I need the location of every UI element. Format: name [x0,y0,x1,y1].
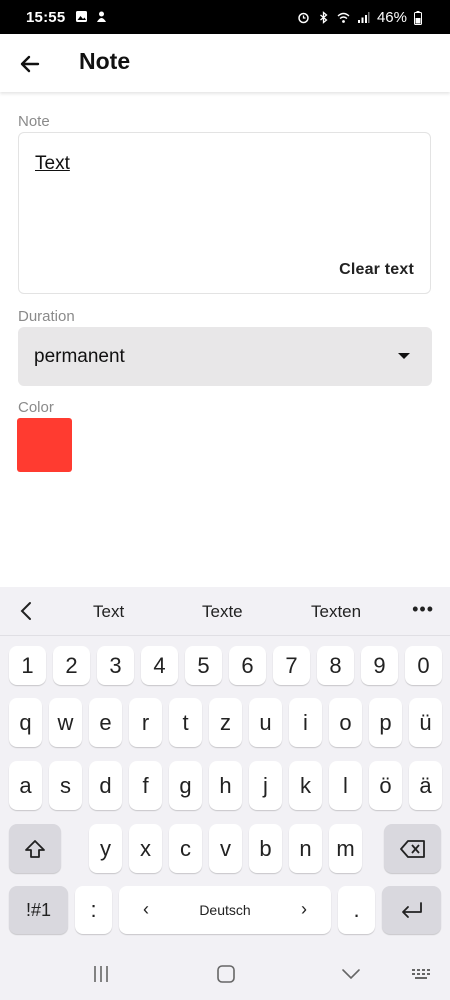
key-z[interactable]: z [209,698,242,747]
key-1[interactable]: 1 [9,646,46,685]
wifi-icon [337,12,350,23]
space-language-label: Deutsch [199,902,251,918]
suggestion-2[interactable]: Texte [202,602,243,622]
key-g[interactable]: g [169,761,202,810]
suggestion-1[interactable]: Text [93,602,124,622]
key-w[interactable]: w [49,698,82,747]
key-u[interactable]: u [249,698,282,747]
key-a-umlaut[interactable]: ä [409,761,442,810]
color-swatch[interactable] [17,418,72,472]
keyboard: Text Texte Texten ••• 1 2 3 4 5 6 7 8 9 … [0,587,450,1000]
bluetooth-icon [320,11,328,24]
key-6[interactable]: 6 [229,646,266,685]
hide-keyboard-icon[interactable] [340,964,362,984]
key-7[interactable]: 7 [273,646,310,685]
key-n[interactable]: n [289,824,322,873]
key-x[interactable]: x [129,824,162,873]
key-q[interactable]: q [9,698,42,747]
key-c[interactable]: c [169,824,202,873]
duration-label: Duration [18,308,75,325]
duration-select[interactable]: permanent [18,327,432,386]
backspace-key[interactable] [384,824,441,873]
alarm-icon [298,12,309,24]
key-t[interactable]: t [169,698,202,747]
note-label: Note [18,113,50,130]
note-text[interactable]: Text [35,153,70,175]
signal-icon [357,12,370,23]
key-9[interactable]: 9 [361,646,398,685]
status-time: 15:55 [26,9,66,26]
space-key[interactable]: ‹ Deutsch › [119,886,331,934]
key-r[interactable]: r [129,698,162,747]
key-h[interactable]: h [209,761,242,810]
key-8[interactable]: 8 [317,646,354,685]
back-arrow-icon[interactable] [16,50,44,78]
status-right-icons: 46% [297,9,422,26]
page-title: Note [79,48,131,74]
more-options-icon[interactable]: ••• [412,599,434,620]
battery-icon [414,10,422,25]
enter-icon [401,902,422,918]
dropdown-caret-icon [398,353,410,359]
notification-icon [97,11,106,22]
app-bar: Note [0,34,450,92]
key-period[interactable]: . [338,886,375,934]
key-o-umlaut[interactable]: ö [369,761,402,810]
image-icon [76,11,87,22]
suggestion-3[interactable]: Texten [311,602,361,622]
key-y[interactable]: y [89,824,122,873]
key-0[interactable]: 0 [405,646,442,685]
note-textarea[interactable]: Text Clear text [18,132,431,294]
key-s[interactable]: s [49,761,82,810]
key-5[interactable]: 5 [185,646,222,685]
key-p[interactable]: p [369,698,402,747]
symbols-key[interactable]: !#1 [9,886,68,934]
key-o[interactable]: o [329,698,362,747]
shift-icon [25,839,45,858]
key-j[interactable]: j [249,761,282,810]
language-right-icon: › [301,899,307,919]
key-k[interactable]: k [289,761,322,810]
key-e[interactable]: e [89,698,122,747]
color-label: Color [18,399,54,416]
backspace-icon [399,839,425,858]
key-l[interactable]: l [329,761,362,810]
symbols-key-label: !#1 [25,899,52,920]
key-v[interactable]: v [209,824,242,873]
shift-key[interactable] [9,824,61,873]
status-left-icons [75,10,108,23]
key-m[interactable]: m [329,824,362,873]
battery-percent: 46% [376,9,407,26]
key-3[interactable]: 3 [97,646,134,685]
key-u-umlaut[interactable]: ü [409,698,442,747]
clear-text-button[interactable]: Clear text [339,261,414,279]
duration-value: permanent [34,346,125,367]
enter-key[interactable] [382,886,441,934]
key-i[interactable]: i [289,698,322,747]
keyboard-switch-icon[interactable] [411,964,433,984]
key-a[interactable]: a [9,761,42,810]
key-colon[interactable]: : [75,886,112,934]
suggestion-bar: Text Texte Texten ••• [0,587,450,636]
recent-apps-icon[interactable] [90,964,112,984]
key-2[interactable]: 2 [53,646,90,685]
status-bar: 15:55 46% [0,0,450,34]
navigation-bar [0,948,450,1000]
key-f[interactable]: f [129,761,162,810]
home-icon[interactable] [215,964,237,984]
language-left-icon: ‹ [143,899,149,919]
key-d[interactable]: d [89,761,122,810]
key-b[interactable]: b [249,824,282,873]
key-4[interactable]: 4 [141,646,178,685]
collapse-toolbar-icon[interactable] [18,601,34,621]
